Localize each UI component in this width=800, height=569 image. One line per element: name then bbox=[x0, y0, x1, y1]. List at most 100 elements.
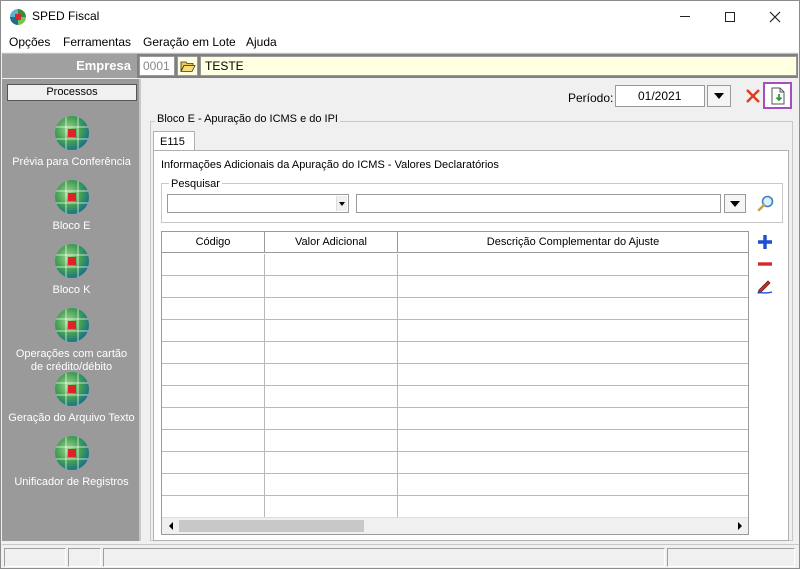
menu-geracao-em-lote[interactable]: Geração em Lote bbox=[143, 35, 236, 49]
table-cell[interactable] bbox=[162, 342, 265, 364]
empresa-code-field[interactable]: 0001 bbox=[139, 56, 175, 76]
table-row[interactable] bbox=[162, 320, 748, 342]
table-cell[interactable] bbox=[398, 430, 748, 452]
table-cell[interactable] bbox=[265, 408, 398, 430]
table-cell[interactable] bbox=[265, 342, 398, 364]
minimize-button[interactable] bbox=[662, 1, 708, 32]
table-cell[interactable] bbox=[265, 320, 398, 342]
table-cell[interactable] bbox=[162, 276, 265, 298]
horizontal-scrollbar[interactable] bbox=[162, 517, 748, 534]
table-row[interactable] bbox=[162, 408, 748, 430]
scroll-thumb[interactable] bbox=[179, 520, 364, 532]
table-cell[interactable] bbox=[398, 298, 748, 320]
search-button[interactable] bbox=[756, 193, 776, 213]
status-panel-1 bbox=[4, 548, 66, 567]
tab-e115[interactable]: E115 bbox=[153, 131, 195, 151]
table-cell[interactable] bbox=[398, 386, 748, 408]
search-input[interactable] bbox=[356, 194, 721, 213]
table-cell[interactable] bbox=[265, 386, 398, 408]
table-cell[interactable] bbox=[398, 474, 748, 496]
column-header-descricao[interactable]: Descrição Complementar do Ajuste bbox=[398, 232, 748, 253]
window-title: SPED Fiscal bbox=[32, 9, 100, 23]
process-bloco-e[interactable]: Bloco E bbox=[2, 180, 141, 233]
table-cell[interactable] bbox=[162, 430, 265, 452]
folder-open-icon bbox=[179, 61, 196, 72]
table-cell[interactable] bbox=[265, 254, 398, 276]
table-cell[interactable] bbox=[398, 496, 748, 518]
cancel-button[interactable] bbox=[742, 85, 764, 107]
menu-opcoes[interactable]: Opções bbox=[9, 35, 50, 49]
export-button[interactable] bbox=[763, 82, 792, 109]
table-cell[interactable] bbox=[265, 474, 398, 496]
table-cell[interactable] bbox=[398, 408, 748, 430]
table-cell[interactable] bbox=[162, 254, 265, 276]
search-dropdown-button[interactable] bbox=[724, 194, 746, 213]
scroll-left-button[interactable] bbox=[162, 518, 179, 534]
sped-globe-icon bbox=[54, 436, 89, 470]
minus-icon bbox=[758, 262, 772, 266]
table-cell[interactable] bbox=[162, 364, 265, 386]
select-arrow[interactable] bbox=[336, 196, 347, 211]
status-bar bbox=[2, 544, 799, 568]
add-button[interactable] bbox=[755, 232, 775, 252]
maximize-button[interactable] bbox=[707, 1, 753, 32]
process-geracao-arquivo-texto[interactable]: Geração do Arquivo Texto bbox=[2, 372, 141, 425]
scroll-right-button[interactable] bbox=[731, 518, 748, 534]
table-cell[interactable] bbox=[162, 474, 265, 496]
table-row[interactable] bbox=[162, 276, 748, 298]
edit-button[interactable] bbox=[755, 276, 775, 296]
table-row[interactable] bbox=[162, 254, 748, 276]
remove-button[interactable] bbox=[755, 254, 775, 274]
menu-bar: Opções Ferramentas Geração em Lote Ajuda bbox=[1, 32, 799, 52]
process-operacoes-cartao[interactable]: Operações com cartão de crédito/débito bbox=[2, 308, 141, 374]
document-download-icon bbox=[771, 87, 784, 104]
column-header-codigo[interactable]: Código bbox=[162, 232, 265, 253]
table-cell[interactable] bbox=[398, 342, 748, 364]
group-title: Bloco E - Apuração do ICMS e do IPI bbox=[155, 113, 340, 125]
table-cell[interactable] bbox=[398, 364, 748, 386]
table-cell[interactable] bbox=[162, 298, 265, 320]
table-cell[interactable] bbox=[265, 452, 398, 474]
table-cell[interactable] bbox=[398, 320, 748, 342]
table-cell[interactable] bbox=[398, 452, 748, 474]
table-row[interactable] bbox=[162, 474, 748, 496]
table-row[interactable] bbox=[162, 452, 748, 474]
search-field-select[interactable] bbox=[167, 194, 349, 213]
table-cell[interactable] bbox=[162, 320, 265, 342]
periodo-input[interactable]: 01/2021 bbox=[615, 85, 705, 107]
table-cell[interactable] bbox=[162, 452, 265, 474]
status-panel-3 bbox=[103, 548, 665, 567]
table-row[interactable] bbox=[162, 386, 748, 408]
table-cell[interactable] bbox=[162, 496, 265, 518]
chevron-down-icon bbox=[730, 200, 740, 207]
table-row[interactable] bbox=[162, 496, 748, 518]
table-row[interactable] bbox=[162, 298, 748, 320]
process-unificador-registros[interactable]: Unificador de Registros bbox=[2, 436, 141, 489]
menu-ferramentas[interactable]: Ferramentas bbox=[63, 35, 131, 49]
open-empresa-button[interactable] bbox=[177, 56, 198, 76]
title-bar: SPED Fiscal bbox=[1, 1, 799, 32]
app-window: SPED Fiscal Opções Ferramentas Geração e… bbox=[0, 0, 800, 569]
table-cell[interactable] bbox=[265, 364, 398, 386]
status-panel-4 bbox=[667, 548, 795, 567]
table-row[interactable] bbox=[162, 364, 748, 386]
process-previa-conferencia[interactable]: Prévia para Conferência bbox=[2, 116, 141, 169]
table-cell[interactable] bbox=[265, 430, 398, 452]
column-header-valor-adicional[interactable]: Valor Adicional bbox=[265, 232, 398, 253]
table-cell[interactable] bbox=[265, 298, 398, 320]
process-sidebar: Processos Prévia para Conferência Bloco … bbox=[2, 79, 141, 541]
table-cell[interactable] bbox=[162, 386, 265, 408]
sped-globe-icon bbox=[54, 372, 89, 406]
periodo-dropdown-button[interactable] bbox=[707, 85, 731, 107]
table-cell[interactable] bbox=[265, 276, 398, 298]
table-cell[interactable] bbox=[265, 496, 398, 518]
table-cell[interactable] bbox=[398, 254, 748, 276]
table-row[interactable] bbox=[162, 430, 748, 452]
table-cell[interactable] bbox=[398, 276, 748, 298]
process-bloco-k[interactable]: Bloco K bbox=[2, 244, 141, 297]
table-row[interactable] bbox=[162, 342, 748, 364]
table-cell[interactable] bbox=[162, 408, 265, 430]
close-button[interactable] bbox=[752, 1, 798, 32]
tab-panel: Informações Adicionais da Apuração do IC… bbox=[153, 150, 789, 541]
menu-ajuda[interactable]: Ajuda bbox=[246, 35, 277, 49]
